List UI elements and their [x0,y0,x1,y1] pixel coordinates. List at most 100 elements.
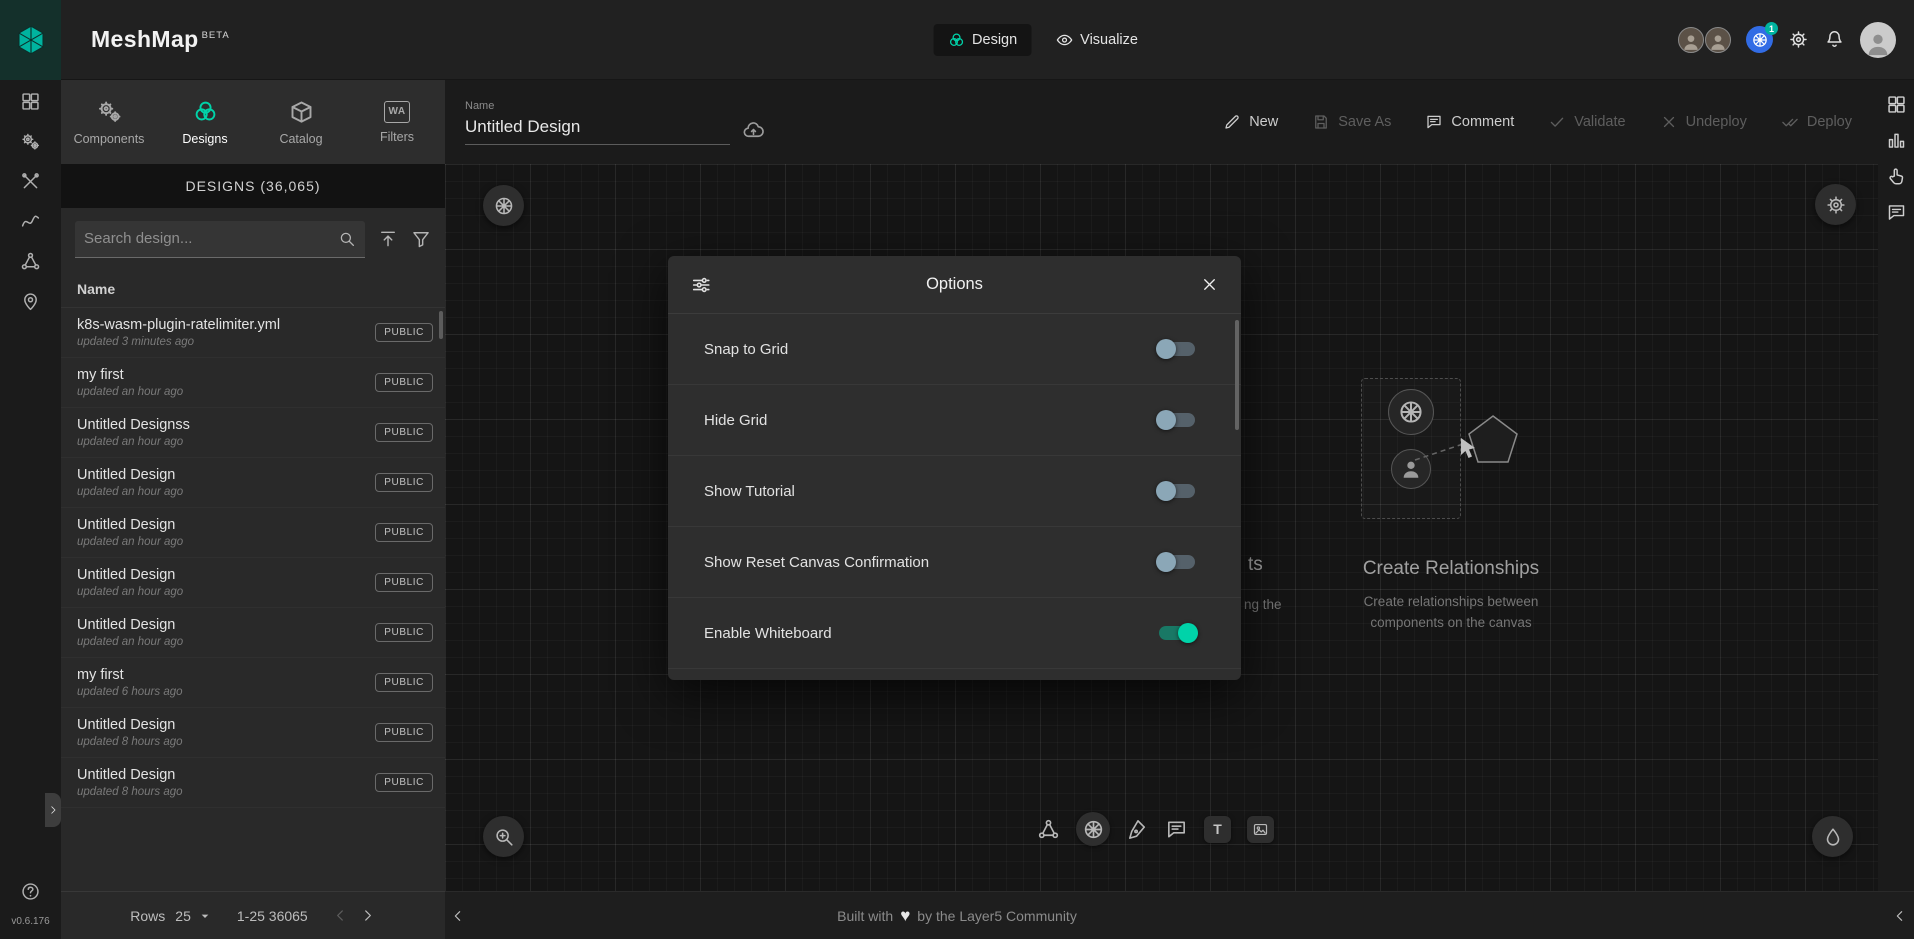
sidebar-expander[interactable] [45,793,61,827]
collaborator-avatar[interactable] [1678,27,1704,53]
rail-item-extensions[interactable] [0,242,61,280]
drop-tool-button[interactable] [1812,816,1853,857]
catalog-box-icon [288,98,315,125]
tab-design[interactable]: Design [933,24,1031,56]
validate-button[interactable]: Validate [1548,113,1625,131]
shapes-tool-button[interactable] [1037,818,1060,841]
tab-visualize[interactable]: Visualize [1041,24,1152,56]
design-list-item[interactable]: my firstupdated an hour ago PUBLIC [61,358,445,408]
list-scrollbar[interactable] [439,311,443,339]
new-button[interactable]: New [1223,113,1278,131]
design-updated: updated 3 minutes ago [77,336,367,348]
search-box [75,221,365,258]
kubernetes-tool-button[interactable] [1076,812,1110,846]
tab-components[interactable]: Components [61,80,157,164]
app-root: v0.6.176 MeshMapBETA Design Visualize 1 [0,0,1914,939]
gear-icon [1825,194,1847,216]
design-list-item[interactable]: Untitled Designupdated 8 hours ago PUBLI… [61,758,445,808]
toggle-hide-grid[interactable] [1159,413,1195,427]
next-page-button[interactable] [359,907,376,924]
design-list-item[interactable]: Untitled Designssupdated an hour ago PUB… [61,408,445,458]
kubernetes-context-chip[interactable]: 1 [1746,26,1773,53]
options-modal: Options Snap to Grid Hide Grid Show Tuto… [668,256,1241,680]
tab-filters[interactable]: WA Filters [349,80,445,164]
draw-tool-button[interactable] [1126,818,1149,841]
designs-sidebar: Components Designs Catalog WA Filters DE… [61,80,445,939]
help-button[interactable] [0,872,61,910]
design-name: Untitled Design [77,717,367,733]
image-icon [1252,821,1269,838]
tab-catalog[interactable]: Catalog [253,80,349,164]
collapse-right-button[interactable] [1892,892,1908,939]
import-design-button[interactable] [378,229,398,249]
zoom-button[interactable] [483,816,524,857]
search-icon [338,230,356,248]
rows-per-page-select[interactable]: 25 [175,908,213,924]
cloud-save-button[interactable] [742,119,765,145]
floppy-icon [1312,113,1330,131]
dock-interact-button[interactable] [1886,166,1907,187]
prev-page-button[interactable] [332,907,349,924]
design-actions: New Save As Comment Validate Undeploy De… [1223,113,1852,131]
rail-item-location[interactable] [0,282,61,320]
search-row [61,208,445,270]
design-name-input[interactable] [465,117,730,137]
design-list-item[interactable]: Untitled Designupdated an hour ago PUBLI… [61,458,445,508]
toggle-snap-to-grid[interactable] [1159,342,1195,356]
kubernetes-icon [493,195,515,217]
settings-button[interactable] [1788,29,1809,50]
toggle-show-tutorial[interactable] [1159,484,1195,498]
text-tool-button[interactable]: T [1204,816,1231,843]
dock-comments-button[interactable] [1886,202,1907,223]
rail-item-dashboard[interactable] [0,82,61,120]
save-as-button[interactable]: Save As [1312,113,1391,131]
shapes-icon [1037,818,1060,841]
notifications-button[interactable] [1824,29,1845,50]
funnel-icon [411,229,431,249]
bar-chart-icon [1886,130,1907,151]
design-list-item[interactable]: Untitled Designupdated 8 hours ago PUBLI… [61,708,445,758]
toggle-enable-whiteboard[interactable] [1159,626,1195,640]
toggle-reset-canvas-confirmation[interactable] [1159,555,1195,569]
kubernetes-fab-button[interactable] [483,185,524,226]
layer5-logo[interactable] [0,0,61,80]
design-updated: updated an hour ago [77,586,367,598]
status-bar: Built with ♥ by the Layer5 Community [445,891,1914,939]
design-list-item[interactable]: my firstupdated 6 hours ago PUBLIC [61,658,445,708]
chat-icon [1886,202,1907,223]
comment-button[interactable]: Comment [1425,113,1514,131]
filter-button[interactable] [411,229,431,249]
close-button[interactable] [1200,275,1219,294]
comment-tool-button[interactable] [1165,818,1188,841]
dock-analytics-button[interactable] [1886,130,1907,151]
rail-item-lifecycle[interactable] [0,122,61,160]
design-list-item[interactable]: Untitled Designupdated an hour ago PUBLI… [61,608,445,658]
design-list-item[interactable]: Untitled Designupdated an hour ago PUBLI… [61,508,445,558]
canvas-settings-button[interactable] [1815,184,1856,225]
design-name: Untitled Design [77,617,367,633]
right-dock [1878,80,1914,891]
tab-designs[interactable]: Designs [157,80,253,164]
eye-icon [1055,31,1073,49]
layer5-hexagon-icon [14,23,48,57]
close-icon [1200,275,1219,294]
rail-item-performance[interactable] [0,202,61,240]
chevron-left-icon [1892,908,1908,924]
search-input[interactable] [84,230,338,247]
rail-item-configuration[interactable] [0,162,61,200]
mode-switch: Design Visualize [933,24,1152,56]
design-updated: updated an hour ago [77,636,367,648]
media-tool-button[interactable] [1247,816,1274,843]
collaborator-avatar[interactable] [1705,27,1731,53]
dock-panels-button[interactable] [1886,94,1907,115]
visibility-badge: PUBLIC [375,473,433,492]
design-list-item[interactable]: Untitled Designupdated an hour ago PUBLI… [61,558,445,608]
comment-icon [1425,113,1443,131]
user-avatar[interactable] [1860,22,1896,58]
deploy-button[interactable]: Deploy [1781,113,1852,131]
design-list-item[interactable]: k8s-wasm-plugin-ratelimiter.ymlupdated 3… [61,308,445,358]
collapse-left-button[interactable] [450,892,466,939]
tools-icon [20,171,41,192]
undeploy-button[interactable]: Undeploy [1660,113,1747,131]
modal-scrollbar[interactable] [1235,320,1239,430]
